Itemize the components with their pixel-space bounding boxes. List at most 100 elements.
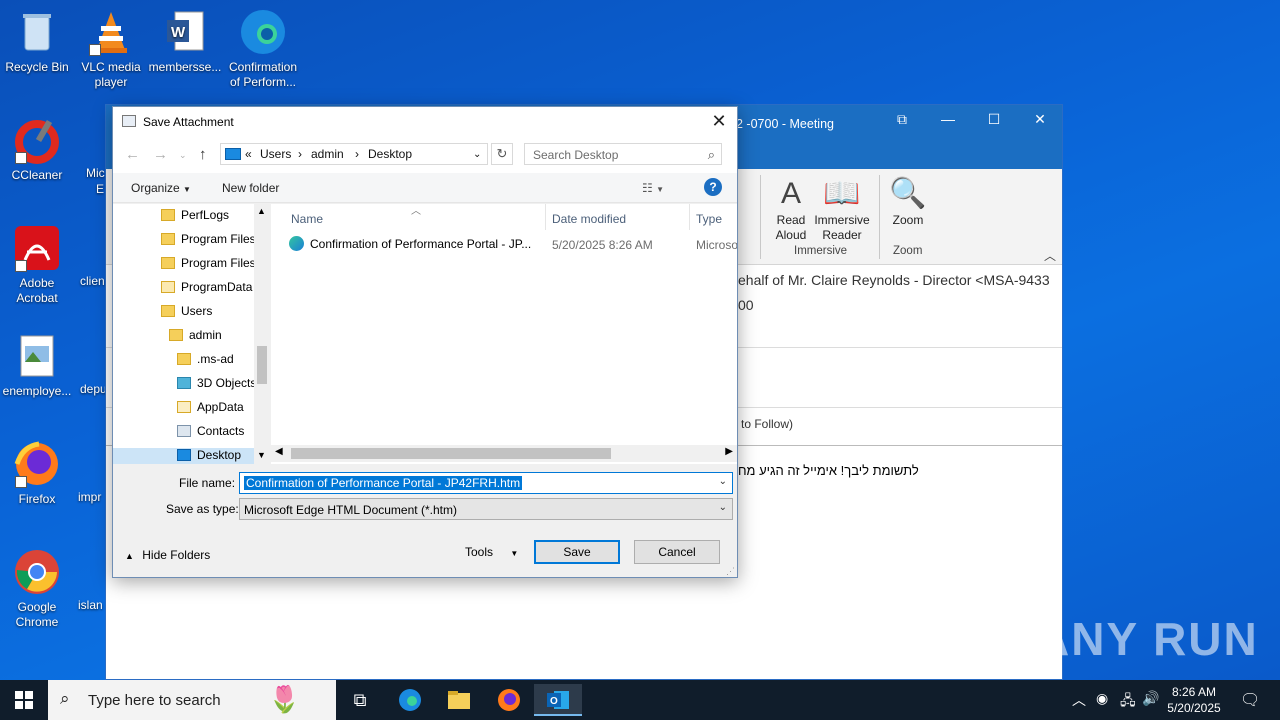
organize-button[interactable]: Organize ▼ xyxy=(131,181,191,195)
desktop-icon-recycle-bin[interactable]: Recycle Bin xyxy=(0,8,74,75)
search-icon: ⌕ xyxy=(707,147,715,162)
tree-scroll-thumb[interactable] xyxy=(257,346,267,384)
search-box[interactable]: Search Desktop ⌕ xyxy=(524,143,722,165)
tree-item-program-files-x86[interactable]: Program Files xyxy=(161,256,256,278)
taskbar-file-explorer-icon[interactable] xyxy=(435,684,483,716)
tree-item-admin[interactable]: admin xyxy=(169,328,222,350)
folder-icon xyxy=(161,305,175,317)
tree-item-program-files[interactable]: Program Files xyxy=(161,232,256,254)
start-button[interactable] xyxy=(0,684,48,716)
desktop-icon-word-doc[interactable]: W membersse... xyxy=(148,8,222,75)
taskbar-outlook-icon[interactable]: O xyxy=(534,684,582,716)
folder-icon xyxy=(161,209,175,221)
dialog-toolbar: Organize ▼ New folder ☷ ▼ ? xyxy=(113,173,737,203)
search-highlight-flowers-icon: 🌷 xyxy=(268,684,301,714)
desktop-icon-firefox[interactable]: Firefox xyxy=(0,440,74,507)
zoom-button[interactable]: 🔍 Zoom xyxy=(882,175,934,228)
breadcrumb-users[interactable]: Users xyxy=(260,147,291,161)
taskbar-search-box[interactable]: ⌕ Type here to search 🌷 xyxy=(48,680,336,720)
save-button[interactable]: Save xyxy=(534,540,620,564)
organize-label: Organize xyxy=(131,181,180,195)
up-arrow-icon[interactable]: ↑ xyxy=(199,146,207,163)
immersive-reader-button[interactable]: 📖 Immersive Reader xyxy=(813,175,871,243)
tree-item-desktop[interactable]: Desktop xyxy=(113,448,254,464)
column-separator[interactable] xyxy=(689,204,690,230)
close-button[interactable]: ✕ xyxy=(1017,111,1063,131)
taskbar-clock[interactable]: 8:26 AM 5/20/2025 xyxy=(1162,684,1226,716)
file-row[interactable]: Confirmation of Performance Portal - JP.… xyxy=(289,236,737,256)
maximize-button[interactable]: ☐ xyxy=(971,111,1017,131)
tree-item-contacts[interactable]: Contacts xyxy=(177,424,244,446)
chevron-down-icon: ▼ xyxy=(183,185,191,194)
column-header-date[interactable]: Date modified xyxy=(552,212,626,226)
anyrun-watermark: ANY RUN xyxy=(1036,613,1259,665)
adobe-acrobat-icon xyxy=(13,224,61,272)
save-as-type-select[interactable]: Microsoft Edge HTML Document (*.htm) ⌄ xyxy=(239,498,733,520)
network-icon[interactable]: 🖧 xyxy=(1120,690,1136,714)
back-arrow-icon[interactable]: ← xyxy=(125,146,140,163)
desktop-icon-label: Recycle Bin xyxy=(5,60,69,74)
desktop-icon-image-file[interactable]: enemploye... xyxy=(0,332,74,399)
windows-logo-icon xyxy=(15,691,33,709)
show-hidden-icons-icon[interactable]: ︿ xyxy=(1072,690,1086,710)
volume-icon[interactable]: 🔊 xyxy=(1142,690,1159,707)
save-as-type-label: Save as type: xyxy=(166,502,239,516)
hide-folders-button[interactable]: ▲ Hide Folders xyxy=(125,548,210,562)
folder-icon xyxy=(161,257,175,269)
column-header-name[interactable]: Name xyxy=(291,212,323,226)
chrome-icon xyxy=(13,548,61,596)
collapse-ribbon-icon[interactable]: ︿ xyxy=(1044,247,1056,264)
forward-arrow-icon[interactable]: → xyxy=(153,146,168,163)
desktop-icon-vlc[interactable]: VLC media player xyxy=(74,8,148,90)
tree-item-label: PerfLogs xyxy=(181,208,230,222)
folder-icon xyxy=(169,329,183,341)
tree-item-users[interactable]: Users xyxy=(161,304,212,326)
desktop-icon-google-chrome[interactable]: Google Chrome xyxy=(0,548,74,630)
tools-button[interactable]: Tools ▼ xyxy=(465,545,518,559)
column-separator[interactable] xyxy=(545,204,546,230)
scroll-left-icon[interactable]: ◀ xyxy=(275,446,283,457)
breadcrumb-overflow[interactable]: « xyxy=(245,147,252,161)
tree-item-appdata[interactable]: AppData xyxy=(177,400,244,422)
read-aloud-button[interactable]: A Read Aloud xyxy=(765,175,817,243)
tree-item-3d-objects[interactable]: 3D Objects xyxy=(177,376,256,398)
scroll-right-icon[interactable]: ▶ xyxy=(725,446,733,457)
address-dropdown-icon[interactable]: ⌄ xyxy=(473,149,481,160)
desktop-icon-adobe-acrobat[interactable]: Adobe Acrobat xyxy=(0,224,74,306)
chevron-down-icon[interactable]: ⌄ xyxy=(719,476,727,487)
ribbon-display-options-icon[interactable]: ⧉ xyxy=(879,111,925,131)
meet-now-icon[interactable]: ◉ xyxy=(1096,690,1108,707)
new-folder-button[interactable]: New folder xyxy=(222,181,279,195)
breadcrumb-desktop[interactable]: Desktop xyxy=(368,147,412,161)
breadcrumb-admin[interactable]: admin xyxy=(311,147,344,161)
notifications-icon[interactable]: 🗨 xyxy=(1240,690,1260,710)
recent-locations-icon[interactable]: ⌄ xyxy=(179,150,187,161)
refresh-icon[interactable]: ↻ xyxy=(491,143,513,165)
minimize-button[interactable]: — xyxy=(925,111,971,131)
taskbar-edge-icon[interactable] xyxy=(386,684,434,716)
help-icon[interactable]: ? xyxy=(704,178,722,196)
horizontal-scroll-thumb[interactable] xyxy=(291,448,611,459)
view-options-icon[interactable]: ☷ ▼ xyxy=(642,181,664,195)
address-bar[interactable]: « Users › admin › Desktop ⌄ xyxy=(220,143,488,165)
tree-item-programdata[interactable]: ProgramData xyxy=(161,280,252,302)
file-list-horizontal-scrollbar[interactable]: ◀ ▶ xyxy=(271,445,737,462)
tree-item-label: Program Files xyxy=(181,232,256,246)
tree-scrollbar[interactable]: ▲ ▼ xyxy=(254,204,270,464)
file-date: 5/20/2025 8:26 AM xyxy=(552,238,653,252)
tree-item-label: ProgramData xyxy=(181,280,253,294)
scroll-up-icon[interactable]: ▲ xyxy=(257,206,266,216)
task-view-icon[interactable]: ⧉ xyxy=(336,684,384,716)
column-header-type[interactable]: Type xyxy=(696,212,722,226)
cancel-button[interactable]: Cancel xyxy=(634,540,720,564)
taskbar-firefox-icon[interactable] xyxy=(485,684,533,716)
file-name-input[interactable]: Confirmation of Performance Portal - JP4… xyxy=(239,472,733,494)
desktop-icon-ccleaner[interactable]: CCleaner xyxy=(0,116,74,183)
taskbar: ⌕ Type here to search 🌷 ⧉ O ︿ ◉ 🖧 🔊 8:26… xyxy=(0,680,1280,720)
tree-item-ms-ad[interactable]: .ms-ad xyxy=(177,352,234,374)
desktop-icon-edge-file[interactable]: Confirmation of Perform... xyxy=(226,8,300,90)
resize-grip-icon[interactable]: ⋰ xyxy=(726,566,735,577)
tree-item-perflogs[interactable]: PerfLogs xyxy=(161,208,229,230)
dialog-close-button[interactable]: ✕ xyxy=(709,111,729,132)
scroll-down-icon[interactable]: ▼ xyxy=(257,450,266,460)
